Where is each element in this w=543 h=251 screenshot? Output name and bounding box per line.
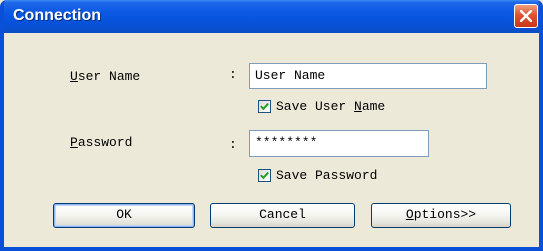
username-label: User Name [70,69,140,84]
checkmark-icon [260,171,269,180]
password-field[interactable]: ******** [249,130,429,157]
save-username-option[interactable]: Save User Name [258,99,385,114]
window-title: Connection [13,7,101,24]
checkmark-icon [260,102,269,111]
username-field[interactable]: User Name [249,63,487,89]
password-colon: : [229,137,237,152]
username-value: User Name [255,68,326,83]
save-username-checkbox[interactable] [258,100,271,113]
save-username-label: Save User Name [276,99,386,114]
close-icon [520,10,532,22]
username-colon: : [229,67,237,82]
username-label-rest: ser Name [77,69,141,84]
cancel-button[interactable]: Cancel [210,203,355,228]
password-value: ******** [255,135,318,150]
title-bar[interactable]: Connection [4,0,539,33]
password-label-hotkey: P [70,135,78,150]
close-button[interactable] [514,4,538,28]
save-password-option[interactable]: Save Password [258,168,377,183]
password-label-rest: assword [77,135,133,150]
connection-dialog: Connection User Name : User Name Save Us… [0,0,543,251]
options-button[interactable]: Options>> [371,203,511,228]
save-password-checkbox[interactable] [258,169,271,182]
ok-button[interactable]: OK [53,203,195,228]
save-password-label: Save Password [276,168,378,183]
username-label-hotkey: U [70,69,78,84]
password-label: Password [70,135,132,150]
